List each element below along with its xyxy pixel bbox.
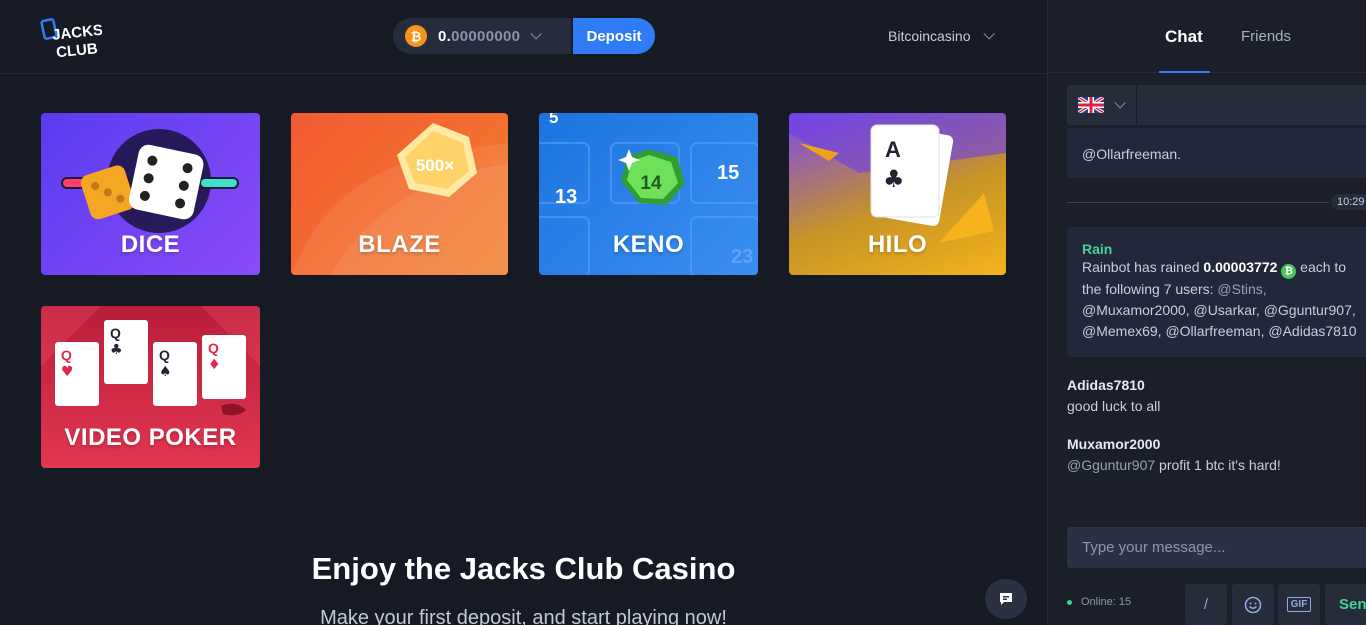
message-username[interactable]: Muxamor2000 xyxy=(1067,436,1281,452)
rain-line: the following 7 users: @Stins, xyxy=(1082,281,1267,297)
game-title-blaze: BLAZE xyxy=(358,231,441,258)
language-selector[interactable] xyxy=(1067,85,1137,125)
rain-user-list[interactable]: @Muxamor2000, @Usarkar, @Gguntur907, xyxy=(1082,300,1357,321)
chat-message: Adidas7810 good luck to all xyxy=(1067,377,1160,417)
gif-icon: GIF xyxy=(1286,597,1312,612)
balance-selector[interactable]: ₿ 0.00000000 xyxy=(393,18,571,54)
chat-tabs: Chat Friends xyxy=(1048,0,1366,73)
chevron-down-icon xyxy=(1114,97,1126,109)
game-card-keno[interactable]: 5 13 15 23 14 KENO xyxy=(539,113,758,275)
card-rank: Q xyxy=(61,347,72,363)
rain-line: Rainbot has rained 0.00003772 ₿ each to xyxy=(1082,259,1347,279)
card-rank: Q xyxy=(159,347,170,363)
send-label: Send xyxy=(1339,596,1366,613)
card-rank: Q xyxy=(110,325,121,341)
club-icon: ♣ xyxy=(110,342,123,358)
keno-number: 14 xyxy=(640,173,662,194)
divider-line xyxy=(1067,202,1329,203)
commands-button[interactable]: / xyxy=(1185,584,1227,625)
game-card-hilo[interactable]: A ♣ HILO xyxy=(789,113,1006,275)
game-card-video-poker[interactable]: Q Q Q Q ♥ ♣ ♠ ♦ VIDEO POKER xyxy=(41,306,260,468)
smiley-icon xyxy=(1244,596,1262,613)
keno-number: 5 xyxy=(549,113,558,127)
chat-message: @Ollarfreeman. xyxy=(1067,128,1366,178)
game-title-keno: KENO xyxy=(612,231,685,258)
chevron-down-icon xyxy=(982,28,995,40)
chat-bubble-icon xyxy=(1000,593,1012,605)
chat-message-input[interactable]: Type your message... xyxy=(1067,527,1366,568)
message-text: @Gguntur907 profit 1 btc it's hard! xyxy=(1067,457,1281,473)
jacks-club-logo[interactable]: JACKS CLUB xyxy=(40,12,104,62)
message-mention[interactable]: @Ollarfreeman. xyxy=(1082,144,1181,165)
online-count: Online: 15 xyxy=(1081,596,1132,608)
active-tab-indicator xyxy=(1159,71,1210,73)
send-button[interactable]: Send xyxy=(1325,584,1366,625)
rain-message: Rain Rainbot has rained 0.00003772 ₿ eac… xyxy=(1067,227,1366,357)
rain-amount: 0.00003772 xyxy=(1203,259,1278,275)
game-title-video-poker: VIDEO POKER xyxy=(64,424,237,451)
emoji-button[interactable] xyxy=(1232,584,1274,625)
game-title-dice: DICE xyxy=(120,231,181,258)
account-name: Bitcoincasino xyxy=(888,28,971,44)
online-dot-icon xyxy=(1067,599,1072,605)
spade-icon: ♠ xyxy=(159,364,172,380)
uk-flag-icon xyxy=(1078,97,1104,113)
game-card-blaze[interactable]: 500× BLAZE xyxy=(291,113,508,275)
club-icon: ♣ xyxy=(883,165,905,193)
cta-subtitle: Make your first deposit, and start playi… xyxy=(320,607,727,625)
balance-value: 0.00000000 xyxy=(438,27,521,45)
svg-text:CLUB: CLUB xyxy=(55,40,98,61)
cta-title: Enjoy the Jacks Club Casino xyxy=(311,551,736,586)
hilo-card-rank: A xyxy=(885,137,901,162)
chat-toggle-button[interactable] xyxy=(985,579,1027,619)
chat-room-bar xyxy=(1067,85,1366,125)
diamond-icon: ♦ xyxy=(208,357,221,373)
tab-chat[interactable]: Chat xyxy=(1165,27,1203,47)
game-title-hilo: HILO xyxy=(867,231,928,258)
app: JACKS CLUB ₿ 0.00000000 Deposit Bitcoinc… xyxy=(0,0,1366,625)
deposit-button[interactable]: Deposit xyxy=(573,18,655,54)
keno-number: 13 xyxy=(555,186,577,208)
card-rank: Q xyxy=(208,340,219,356)
message-username[interactable]: Adidas7810 xyxy=(1067,377,1160,393)
message-text: good luck to all xyxy=(1067,398,1161,414)
heart-icon: ♥ xyxy=(61,364,74,380)
chat-panel: Chat Friends @Ollarfreeman. 10:29 Rain R… xyxy=(1047,0,1366,625)
top-header: JACKS CLUB ₿ 0.00000000 Deposit Bitcoinc… xyxy=(0,0,1047,74)
timestamp: 10:29 xyxy=(1331,194,1366,210)
timestamp-divider: 10:29 xyxy=(1067,194,1366,210)
tab-friends[interactable]: Friends xyxy=(1241,28,1291,45)
online-indicator: Online: 15 xyxy=(1067,596,1131,608)
wallet-widget: ₿ 0.00000000 Deposit xyxy=(393,18,655,54)
mention-link[interactable]: @Gguntur907 xyxy=(1067,457,1155,473)
gif-button[interactable]: GIF xyxy=(1278,584,1320,625)
keno-number: 15 xyxy=(717,162,739,184)
chat-message: Muxamor2000 @Gguntur907 profit 1 btc it'… xyxy=(1067,436,1281,476)
mention-link[interactable]: @Stins, xyxy=(1217,281,1266,297)
game-card-dice[interactable]: DICE xyxy=(41,113,260,275)
bitcoin-icon: ₿ xyxy=(1281,264,1297,279)
blaze-multiplier-badge: 500× xyxy=(416,156,454,175)
bitcoin-icon: ₿ xyxy=(405,25,427,47)
account-menu[interactable]: Bitcoincasino xyxy=(888,28,995,44)
chevron-down-icon xyxy=(530,28,543,40)
rain-user-list[interactable]: @Memex69, @Ollarfreeman, @Adidas7810 xyxy=(1082,321,1357,342)
rain-title: Rain xyxy=(1082,241,1113,257)
